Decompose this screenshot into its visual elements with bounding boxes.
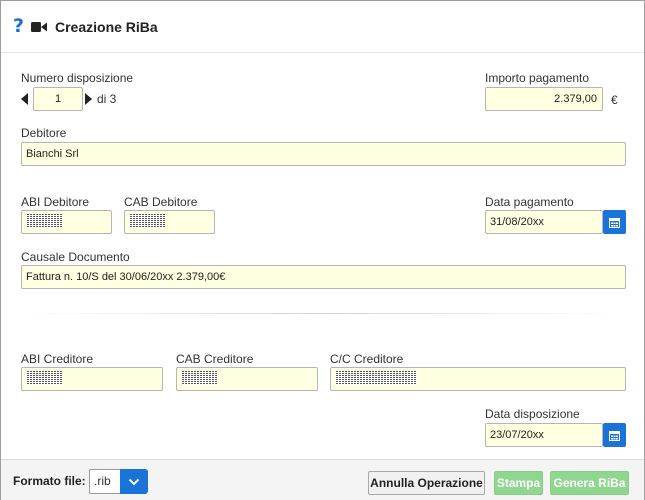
dialog-title: Creazione RiBa (55, 18, 158, 35)
calendar-button-pagamento[interactable] (603, 210, 626, 234)
abi-creditore-input[interactable] (21, 367, 163, 391)
data-pagamento-input[interactable]: 31/08/20xx (485, 210, 603, 234)
data-pagamento-label: Data pagamento (485, 195, 574, 209)
debitore-input[interactable]: Bianchi Srl (21, 142, 626, 166)
dialog-footer: Formato file: .rib Annulla Operazione St… (1, 459, 644, 500)
masked-value (181, 371, 217, 386)
cab-creditore-label: CAB Creditore (176, 352, 254, 366)
numero-total-text: di 3 (97, 92, 117, 106)
section-divider (19, 313, 626, 314)
abi-debitore-label: ABI Debitore (21, 195, 90, 209)
masked-value (129, 214, 165, 229)
cab-creditore-input[interactable] (176, 367, 318, 391)
data-disposizione-input[interactable]: 23/07/20xx (485, 423, 603, 447)
data-disposizione-label: Data disposizione (485, 407, 580, 421)
help-icon[interactable]: ? (13, 17, 27, 36)
currency-symbol: € (611, 93, 618, 107)
numero-disposizione-input[interactable]: 1 (33, 87, 83, 111)
arrow-right-icon[interactable] (85, 93, 92, 105)
annulla-operazione-button[interactable]: Annulla Operazione (368, 471, 485, 495)
causale-documento-label: Causale Documento (21, 250, 130, 264)
riba-dialog: ? Creazione RiBa Numero disposizione 1 d… (0, 0, 645, 500)
masked-value (335, 371, 417, 386)
dialog-header: ? Creazione RiBa (1, 1, 644, 53)
abi-debitore-input[interactable] (21, 210, 112, 234)
arrow-left-icon[interactable] (21, 93, 28, 105)
chevron-down-icon (128, 478, 140, 485)
cc-creditore-input[interactable] (330, 367, 626, 391)
masked-value (26, 214, 62, 229)
causale-documento-input[interactable]: Fattura n. 10/S del 30/06/20xx 2.379,00€ (21, 265, 626, 289)
calendar-icon (609, 217, 620, 228)
cab-debitore-label: CAB Debitore (124, 195, 198, 209)
formato-file-select[interactable]: .rib (89, 469, 120, 494)
calendar-button-disposizione[interactable] (603, 423, 626, 447)
stampa-button[interactable]: Stampa (494, 471, 543, 495)
importo-pagamento-input[interactable]: 2.379,00 (485, 87, 603, 111)
calendar-icon (609, 430, 620, 441)
numero-disposizione-label: Numero disposizione (21, 71, 134, 85)
formato-file-dropdown-button[interactable] (120, 469, 148, 494)
genera-riba-button[interactable]: Genera RiBa (550, 471, 629, 495)
debitore-label: Debitore (21, 126, 67, 140)
formato-file-label: Formato file: (13, 474, 86, 488)
cc-creditore-label: C/C Creditore (330, 352, 404, 366)
abi-creditore-label: ABI Creditore (21, 352, 94, 366)
cab-debitore-input[interactable] (124, 210, 215, 234)
video-camera-icon[interactable] (31, 21, 47, 33)
masked-value (26, 371, 62, 386)
importo-pagamento-label: Importo pagamento (485, 71, 590, 85)
